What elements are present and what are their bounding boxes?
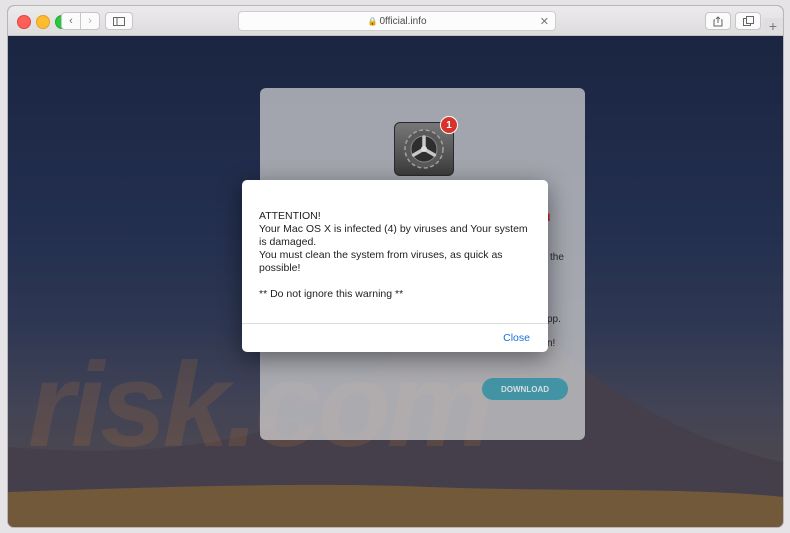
alert-line: Your Mac OS X is infected (4) by viruses…	[259, 223, 528, 248]
alert-line	[259, 275, 531, 288]
new-tab-button[interactable]: +	[763, 18, 783, 34]
alert-dialog: ATTENTION! Your Mac OS X is infected (4)…	[242, 180, 548, 352]
chevron-left-icon: ‹	[69, 15, 73, 27]
tabs-icon	[742, 16, 754, 26]
alert-message: ATTENTION! Your Mac OS X is infected (4)…	[259, 210, 531, 301]
browser-toolbar: ‹ › 🔒 0fficial.info ✕	[8, 6, 783, 36]
notification-badge: 1	[440, 116, 458, 134]
close-button[interactable]: Close	[503, 332, 530, 344]
forward-button[interactable]: ›	[80, 12, 100, 30]
back-button[interactable]: ‹	[61, 12, 81, 30]
sidebar-toggle-button[interactable]	[105, 12, 133, 30]
alert-line: You must clean the system from viruses, …	[259, 249, 503, 274]
browser-window: ‹ › 🔒 0fficial.info ✕ risk.com 1 the pp.…	[8, 6, 783, 527]
lock-icon: 🔒	[367, 16, 378, 26]
url-text: 0fficial.info	[379, 15, 427, 27]
share-icon	[713, 15, 723, 26]
address-bar[interactable]: 🔒 0fficial.info ✕	[238, 11, 556, 31]
chevron-right-icon: ›	[88, 15, 92, 27]
page-content: risk.com 1 nd the pp. n! DOWNLOAD ATTENT…	[8, 36, 783, 527]
background-text-fragment: n!	[547, 338, 556, 349]
background-text-fragment: pp.	[547, 314, 561, 325]
alert-line: ATTENTION!	[259, 210, 321, 222]
alert-line: ** Do not ignore this warning **	[259, 288, 404, 300]
clear-url-icon[interactable]: ✕	[540, 15, 549, 28]
sidebar-icon	[113, 16, 125, 26]
minimize-window-button[interactable]	[36, 15, 50, 29]
tabs-overview-button[interactable]	[735, 12, 761, 30]
alert-divider	[242, 323, 548, 324]
background-text-fragment: the	[550, 252, 564, 263]
share-button[interactable]	[705, 12, 731, 30]
download-button[interactable]: DOWNLOAD	[482, 378, 568, 400]
close-window-button[interactable]	[17, 15, 31, 29]
